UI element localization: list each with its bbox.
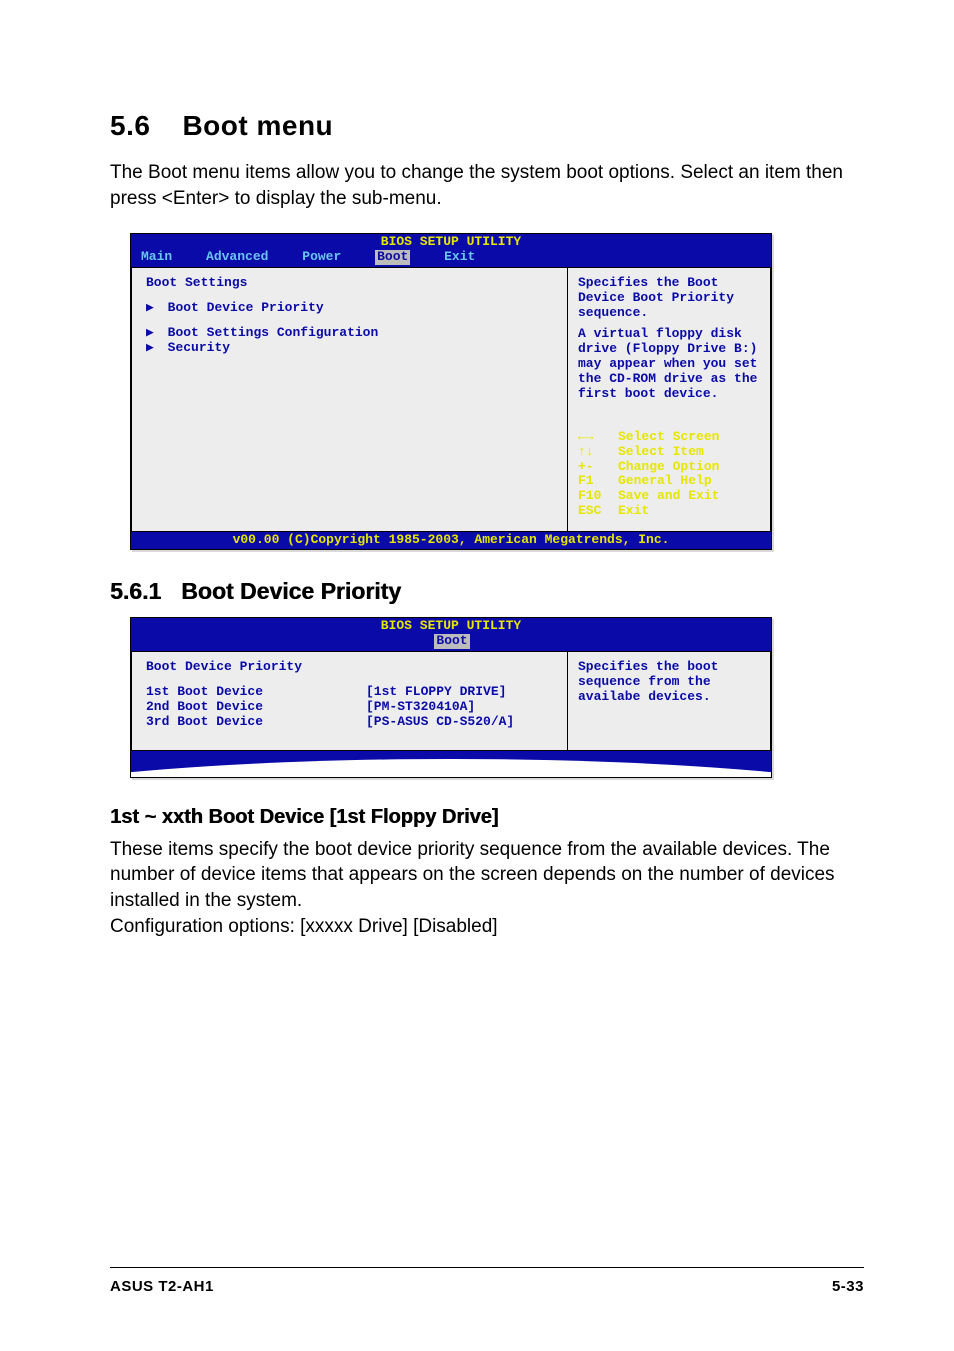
triangle-icon: ▶	[146, 300, 154, 315]
subsection-heading: 5.6.1 Boot Device Priority	[110, 578, 864, 605]
bios-tab-boot: Boot	[375, 250, 410, 265]
bios-menu-label: Boot Device Priority	[168, 300, 324, 315]
key-icon: F10	[578, 489, 618, 504]
intro-paragraph: The Boot menu items allow you to change …	[110, 160, 864, 211]
bios-tab-main: Main	[141, 250, 172, 265]
item-description: These items specify the boot device prio…	[110, 837, 864, 914]
key-label: Select Item	[618, 445, 704, 460]
footer-left: ASUS T2-AH1	[110, 1278, 214, 1295]
bios-help-pane: Specifies the boot sequence from the ava…	[567, 651, 771, 751]
bios-option-label: 3rd Boot Device	[146, 715, 366, 730]
bios-left-heading: Boot Settings	[146, 276, 557, 291]
subsection-title: Boot Device Priority	[181, 578, 401, 604]
key-icon: +-	[578, 460, 618, 475]
footer-right: 5-33	[832, 1278, 864, 1295]
bios-menu-label: Boot Settings Configuration	[168, 325, 379, 340]
key-label: Select Screen	[618, 430, 719, 445]
bios-option-value: [PM-ST320410A]	[366, 700, 475, 715]
bios-option-value: [1st FLOPPY DRIVE]	[366, 685, 506, 700]
subsection-number: 5.6.1	[110, 578, 161, 605]
bios-left-pane: Boot Settings ▶ Boot Device Priority ▶ B…	[131, 267, 567, 532]
key-icon: F1	[578, 474, 618, 489]
bios-left-pane: Boot Device Priority 1st Boot Device[1st…	[131, 651, 567, 751]
section-number: 5.6	[110, 110, 150, 142]
key-label: Save and Exit	[618, 489, 719, 504]
bios-menu-item: ▶ Boot Device Priority	[146, 301, 557, 316]
bios-key-legend: ←→Select Screen ↑↓Select Item +-Change O…	[578, 430, 762, 520]
bios-screen-boot-menu: BIOS SETUP UTILITY Main Advanced Power B…	[130, 233, 772, 550]
bios-option-row: 3rd Boot Device[PS-ASUS CD-S520/A]	[146, 715, 557, 730]
triangle-icon: ▶	[146, 340, 154, 355]
bios-footer: v00.00 (C)Copyright 1985-2003, American …	[131, 532, 771, 549]
bios-help-text: Specifies the boot sequence from the ava…	[578, 660, 762, 705]
key-icon: ESC	[578, 504, 618, 519]
key-label: General Help	[618, 474, 712, 489]
bios-option-label: 1st Boot Device	[146, 685, 366, 700]
key-icon: ←→	[578, 430, 618, 445]
page-tear-decoration	[131, 751, 771, 777]
bios-help-pane: Specifies the Boot Device Boot Priority …	[567, 267, 771, 532]
bios-option-value: [PS-ASUS CD-S520/A]	[366, 715, 514, 730]
key-label: Change Option	[618, 460, 719, 475]
bios-tab-bar: Boot	[131, 634, 771, 651]
key-icon: ↑↓	[578, 445, 618, 460]
bios-title: BIOS SETUP UTILITY	[131, 618, 771, 634]
key-label: Exit	[618, 504, 649, 519]
item-config-options: Configuration options: [xxxxx Drive] [Di…	[110, 914, 864, 940]
bios-tab-exit: Exit	[444, 250, 475, 265]
bios-screen-boot-priority: BIOS SETUP UTILITY Boot Boot Device Prio…	[130, 617, 772, 778]
bios-menu-label: Security	[168, 340, 230, 355]
bios-help-text: A virtual floppy disk drive (Floppy Driv…	[578, 327, 762, 402]
page-footer: ASUS T2-AH1 5-33	[110, 1267, 864, 1295]
bios-tab-boot: Boot	[434, 634, 469, 649]
bios-left-heading: Boot Device Priority	[146, 660, 557, 675]
item-heading: 1st ~ xxth Boot Device [1st Floppy Drive…	[110, 806, 864, 829]
bios-tab-power: Power	[302, 250, 341, 265]
bios-option-label: 2nd Boot Device	[146, 700, 366, 715]
bios-title: BIOS SETUP UTILITY	[131, 234, 771, 250]
bios-option-row: 2nd Boot Device[PM-ST320410A]	[146, 700, 557, 715]
bios-tab-advanced: Advanced	[206, 250, 268, 265]
triangle-icon: ▶	[146, 325, 154, 340]
section-heading: 5.6 Boot menu	[110, 110, 864, 142]
bios-menu-item: ▶ Boot Settings Configuration	[146, 326, 557, 341]
bios-menu-item: ▶ Security	[146, 341, 557, 356]
bios-option-row: 1st Boot Device[1st FLOPPY DRIVE]	[146, 685, 557, 700]
bios-tab-bar: Main Advanced Power Boot Exit	[131, 250, 771, 267]
bios-help-text: Specifies the Boot Device Boot Priority …	[578, 276, 762, 321]
section-title: Boot menu	[182, 110, 333, 141]
